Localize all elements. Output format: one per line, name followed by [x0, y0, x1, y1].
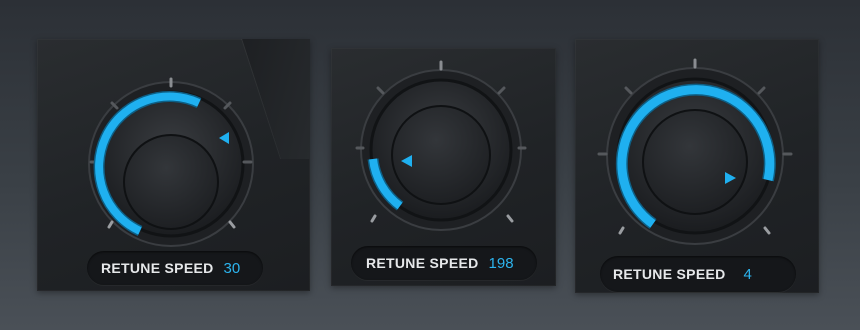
param-label: RETUNE SPEED — [366, 255, 479, 271]
retune-speed-panel-1: RETUNE SPEED 30 — [37, 39, 310, 291]
retune-speed-knob-1[interactable] — [78, 76, 258, 248]
retune-speed-readout-3: RETUNE SPEED 4 — [600, 256, 796, 292]
retune-speed-knob-3[interactable] — [575, 54, 819, 254]
knob-cap — [123, 134, 219, 230]
retune-speed-readout-2: RETUNE SPEED 198 — [351, 246, 537, 280]
knob-cap — [642, 109, 748, 215]
param-value[interactable]: 4 — [744, 266, 752, 283]
param-value[interactable]: 198 — [489, 255, 514, 272]
param-label: RETUNE SPEED — [101, 260, 214, 276]
param-value[interactable]: 30 — [224, 260, 241, 277]
retune-speed-knob-2[interactable] — [332, 56, 554, 236]
retune-speed-panel-3: RETUNE SPEED 4 — [575, 39, 819, 293]
param-label: RETUNE SPEED — [613, 266, 726, 282]
retune-speed-panel-2: RETUNE SPEED 198 — [331, 48, 556, 286]
retune-speed-readout-1: RETUNE SPEED 30 — [87, 251, 263, 285]
knob-cap — [391, 105, 491, 205]
